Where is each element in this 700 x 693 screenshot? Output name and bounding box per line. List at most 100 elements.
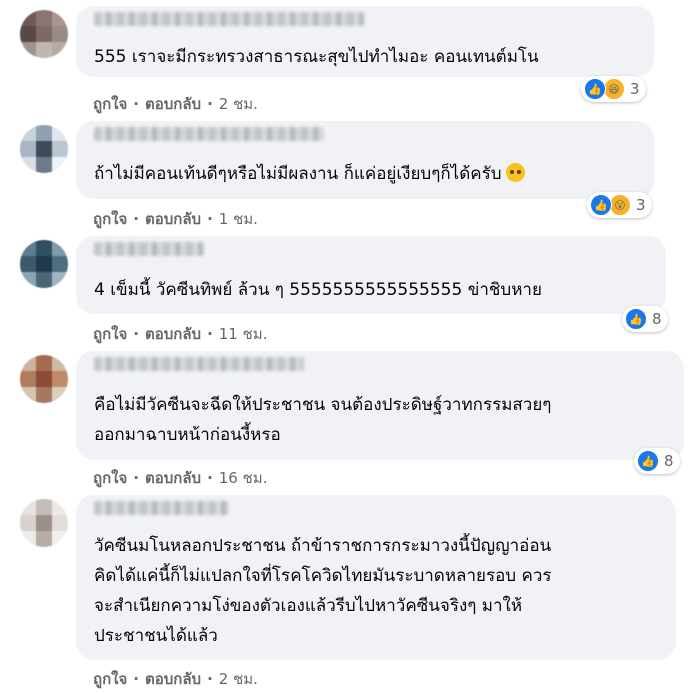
avatar-pixel	[36, 499, 52, 515]
commenter-name[interactable]	[94, 357, 304, 371]
avatar[interactable]	[20, 499, 68, 547]
avatar-pixel	[36, 387, 52, 403]
comment-text-line: ออกมาฉาบหน้าก่อนงี้หรอ	[94, 425, 281, 445]
avatar-pixel	[36, 256, 52, 272]
reaction-summary[interactable]: 👍 8	[634, 448, 680, 474]
avatar[interactable]	[20, 240, 68, 288]
avatar-pixel	[52, 240, 68, 256]
like-icon: 👍	[590, 194, 612, 216]
comment-actions: ถูกใจ · ตอบกลับ · 2 ชม.	[93, 92, 258, 116]
avatar-pixel	[20, 10, 36, 26]
reaction-count: 3	[636, 196, 646, 214]
comment-text-line: คือไม่มีวัคซีนจะฉีดให้ประชาชน จนต้องประด…	[94, 395, 552, 415]
comment-bubble: วัคซีนมโนหลอกประชาชน ถ้าข้าราชการกระมาวง…	[76, 495, 676, 660]
avatar-pixel	[36, 371, 52, 387]
comment-timestamp[interactable]: 11 ชม.	[219, 322, 268, 346]
avatar-pixel	[20, 355, 36, 371]
avatar-pixel	[36, 157, 52, 173]
avatar-pixel	[52, 256, 68, 272]
separator-dot: ·	[133, 670, 139, 688]
like-button[interactable]: ถูกใจ	[93, 466, 127, 490]
reply-button[interactable]: ตอบกลับ	[145, 667, 201, 691]
comment-actions: ถูกใจ · ตอบกลับ · 16 ชม.	[93, 466, 267, 490]
reaction-count: 8	[652, 310, 662, 328]
avatar-pixel	[52, 141, 68, 157]
separator-dot: ·	[207, 670, 213, 688]
avatar-pixel	[20, 499, 36, 515]
separator-dot: ·	[133, 325, 139, 343]
avatar-pixel	[20, 387, 36, 403]
like-icon: 👍	[637, 450, 659, 472]
avatar-pixel	[20, 531, 36, 547]
avatar-pixel	[20, 371, 36, 387]
comment-timestamp[interactable]: 16 ชม.	[219, 466, 268, 490]
avatar-pixel	[36, 26, 52, 42]
avatar-pixel	[20, 240, 36, 256]
avatar[interactable]	[20, 125, 68, 173]
avatar-pixel	[52, 42, 68, 58]
avatar-pixel	[52, 157, 68, 173]
avatar-pixel	[20, 272, 36, 288]
comment-bubble: 555 เราจะมีกระทรวงสาธารณะสุขไปทำไมอะ คอน…	[76, 6, 654, 77]
comment-actions: ถูกใจ · ตอบกลับ · 2 ชม.	[93, 667, 258, 691]
avatar-pixel	[36, 125, 52, 141]
comment-text-line: วัคซีนมโนหลอกประชาชน ถ้าข้าราชการกระมาวง…	[94, 536, 552, 556]
reaction-summary[interactable]: 👍 😆 3	[581, 76, 646, 102]
avatar-pixel	[20, 42, 36, 58]
avatar-pixel	[52, 125, 68, 141]
separator-dot: ·	[207, 210, 213, 228]
avatar-pixel	[36, 42, 52, 58]
comment-text-line: ประชาชนได้แล้ว	[94, 626, 218, 646]
avatar[interactable]	[20, 10, 68, 58]
comment-timestamp[interactable]: 2 ชม.	[219, 667, 258, 691]
comment-text-line: 4 เข็มนี้ วัคซีนทิพย์ ล้วน ๆ 55555555555…	[94, 280, 542, 300]
commenter-name[interactable]	[94, 242, 204, 256]
commenter-name[interactable]	[94, 501, 229, 515]
avatar-pixel	[52, 355, 68, 371]
avatar-pixel	[52, 515, 68, 531]
like-button[interactable]: ถูกใจ	[93, 92, 127, 116]
commenter-name[interactable]	[94, 12, 364, 26]
reaction-count: 8	[664, 452, 674, 470]
comment-bubble: 4 เข็มนี้ วัคซีนทิพย์ ล้วน ๆ 55555555555…	[76, 236, 666, 314]
comment-text-line: ถ้าไม่มีคอนเท้นดีๆหรือไม่มีผลงาน ก็แค่อย…	[94, 160, 525, 188]
comment-actions: ถูกใจ · ตอบกลับ · 1 ชม.	[93, 207, 258, 231]
like-icon: 👍	[625, 308, 647, 330]
comment-text-line: จะสำเนียกความโง่ของตัวเองแล้วรีบไปหาวัคซ…	[94, 596, 523, 616]
avatar-pixel	[52, 26, 68, 42]
separator-dot: ·	[207, 469, 213, 487]
reply-button[interactable]: ตอบกลับ	[145, 207, 201, 231]
avatar-pixel	[20, 515, 36, 531]
reply-button[interactable]: ตอบกลับ	[145, 322, 201, 346]
avatar-pixel	[20, 26, 36, 42]
comment-bubble: ถ้าไม่มีคอนเท้นดีๆหรือไม่มีผลงาน ก็แค่อย…	[76, 121, 654, 199]
reply-button[interactable]: ตอบกลับ	[145, 92, 201, 116]
avatar-pixel	[36, 515, 52, 531]
avatar-pixel	[52, 387, 68, 403]
comment-timestamp[interactable]: 1 ชม.	[219, 207, 258, 231]
commenter-name[interactable]	[94, 127, 324, 141]
worried-emoji-icon	[505, 163, 525, 182]
avatar-pixel	[36, 531, 52, 547]
comment-timestamp[interactable]: 2 ชม.	[219, 92, 258, 116]
avatar-pixel	[52, 272, 68, 288]
separator-dot: ·	[133, 469, 139, 487]
avatar-pixel	[20, 157, 36, 173]
like-button[interactable]: ถูกใจ	[93, 207, 127, 231]
reaction-summary[interactable]: 👍 8	[622, 306, 668, 332]
avatar-pixel	[36, 355, 52, 371]
reply-button[interactable]: ตอบกลับ	[145, 466, 201, 490]
avatar-pixel	[52, 531, 68, 547]
separator-dot: ·	[133, 95, 139, 113]
avatar-pixel	[20, 141, 36, 157]
avatar-pixel	[36, 272, 52, 288]
like-button[interactable]: ถูกใจ	[93, 322, 127, 346]
reaction-count: 3	[630, 80, 640, 98]
reaction-summary[interactable]: 👍 😮 3	[587, 192, 652, 218]
avatar[interactable]	[20, 355, 68, 403]
separator-dot: ·	[207, 325, 213, 343]
avatar-pixel	[20, 125, 36, 141]
avatar-pixel	[36, 141, 52, 157]
wow-icon: 😮	[609, 194, 631, 216]
like-button[interactable]: ถูกใจ	[93, 667, 127, 691]
